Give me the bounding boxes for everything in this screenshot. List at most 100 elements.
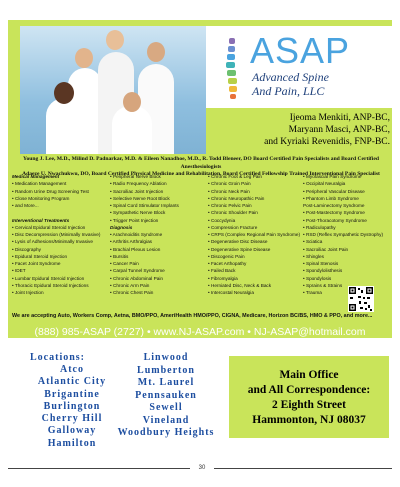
service-item: • Shingles [303, 253, 324, 259]
staff-name: Ijeoma Menkiti, ANP-BC, [289, 113, 390, 123]
logo-brand: ASAP [250, 30, 351, 71]
service-item: • Radiculopathy [303, 224, 336, 230]
service-item: • Carpal Tunnel Syndrome [110, 268, 165, 274]
service-item: • RSD (Reflex Sympathetic Dystrophy) [303, 232, 384, 237]
person-head [54, 82, 74, 104]
service-item: • Chronic Arm Pain [110, 282, 150, 288]
service-item: • Chronic Groin Pain [208, 181, 251, 187]
service-item: Interventional Treatments [12, 217, 70, 223]
service-item: • Brachial Plexus Lesion [110, 246, 161, 252]
service-item: • Arachnoiditis Syndrome [110, 232, 163, 237]
service-item: • Spinal Stenosis [303, 261, 339, 266]
location-item: Mt. Laurel [137, 377, 195, 388]
service-item: • Post-Thoracotomy Syndrome [303, 217, 367, 223]
service-item: • Chronic Foot & Leg Pain [208, 174, 263, 179]
person-figure [112, 106, 152, 154]
service-item: • Radio Frequency Ablation [110, 181, 167, 187]
service-item [12, 209, 100, 216]
service-item: • Herniated Disc, Neck & Back [208, 282, 272, 288]
service-item: • Sympathetic Nerve Block [110, 210, 166, 216]
service-item: • Arthritis Arthralgias [110, 239, 153, 245]
logo-subtitle-line1: Advanced Spine [252, 70, 329, 84]
service-item: • CRPS (Complex Regional Pain Syndrome) [208, 232, 301, 237]
service-item: • Chronic Shoulder Pain [208, 210, 258, 216]
service-item: • Cancer Pain [110, 261, 139, 266]
services-column-3: • Chronic Foot & Leg Pain • Chronic Groin… [208, 173, 300, 296]
qr-code-icon [348, 286, 374, 312]
service-item: Post-Laminectomy Syndrome [303, 203, 365, 208]
location-item: Lumberton [137, 364, 195, 376]
service-item: • Spinal Cord Stimulator Implants [110, 203, 179, 208]
service-item: • Degenerative Disc Disease [208, 239, 268, 245]
service-item: • Myofascial Pain Syndrome [303, 174, 362, 179]
asap-logo: ASAP Advanced Spine And Pain, LLC [206, 26, 392, 108]
service-item: • Sacroiliac Joint Injection [110, 188, 164, 194]
main-office-line: 2 Eighth Street [272, 399, 346, 411]
service-item: • Close Monitoring Program [12, 195, 70, 201]
service-item: • Sacroiliac Joint Pain [303, 246, 349, 252]
service-item: • Intercostal Neuralgia [208, 290, 254, 295]
service-item: • Peripheral Nerve Block [110, 174, 161, 179]
service-item: • Sciatica [303, 239, 323, 245]
location-item: Sewell [149, 402, 183, 413]
staff-name: Maryann Masci, ANP-BC, [288, 125, 390, 135]
service-item: • Chronic Pelvic Pain [208, 203, 252, 208]
service-item: • Chronic Neuropathic Pain [208, 195, 265, 201]
service-item: • Lysis of Adhesions/Minimally Invasive [12, 239, 93, 245]
service-item: • Failed Back [208, 268, 236, 274]
person-figure [46, 98, 84, 154]
service-item: Medical Management [12, 174, 60, 179]
service-item: • Spondylolisthesis [303, 268, 343, 274]
service-item: • Chronic Abdominal Pain [110, 275, 163, 281]
person-head [106, 30, 124, 50]
service-item: • Selective Nerve Root Block [110, 195, 170, 201]
service-item: • Discography [12, 246, 41, 252]
page-number: 30 [190, 465, 214, 471]
main-office-address: Main Office and All Correspondence: 2 Ei… [229, 368, 389, 428]
services-column-4: • Myofascial Pain Syndrome • Occipital Ne… [303, 173, 383, 296]
location-item: Hamilton [47, 437, 97, 449]
person-head [147, 42, 165, 62]
location-item: Woodbury Heights [117, 427, 215, 438]
staff-names: Ijeoma Menkiti, ANP-BC, Maryann Masci, A… [210, 112, 390, 148]
service-item: • Cervical Epidural Steroid Injection [12, 224, 86, 230]
service-item: • Degenerative Spine Disease [208, 246, 271, 252]
service-item: Diagnosis [110, 224, 133, 230]
service-item: • Disc Decompression (Minimally Invasive… [12, 232, 101, 237]
service-item: • IDET [12, 268, 26, 274]
services-column-1: Medical Management • Medication Managemen… [12, 173, 100, 296]
service-item: • and More... [12, 203, 39, 208]
spine-icon [226, 38, 237, 99]
service-item: • Phantom Limb Syndrome [303, 195, 359, 201]
locations-column-2: Linwood Lumberton Mt. Laurel Pennsauken Sewe… [110, 352, 222, 440]
service-item: • Facet Joint Syndrome [12, 261, 61, 266]
logo-subtitle-line2: And Pain, LLC [252, 84, 325, 98]
location-item: Vineland [142, 414, 190, 426]
service-item: • Epidural Steroid Injection [12, 253, 68, 259]
person-head [123, 92, 141, 112]
service-item: • Spondylosis [303, 275, 332, 281]
services-column-2: • Peripheral Nerve Block • Radio Frequenc… [110, 173, 179, 296]
location-item: Linwood [143, 352, 189, 363]
staff-photo [20, 26, 206, 154]
service-item: • Post-Mastectomy Syndrome [303, 210, 365, 216]
main-office-line: Hammonton, NJ 08037 [252, 414, 366, 426]
service-item: • Lumbar Epidural Steroid Injection [12, 275, 85, 281]
service-item: • Facet Arthopathy [208, 261, 247, 266]
main-office-line: and All Correspondence: [247, 384, 371, 396]
service-item: • Occipital Neuralgia [303, 181, 346, 187]
person-head [75, 48, 93, 68]
contact-line: (888) 985-ASAP (2727) • www.NJ-ASAP.com … [34, 326, 366, 338]
staff-name: and Kyriaki Revenidis, FNP-BC. [264, 137, 390, 147]
location-item: Pennsauken [135, 389, 197, 401]
service-item: • Thoracic Epidural Steroid Injections [12, 282, 89, 288]
main-office-line: Main Office [279, 369, 339, 381]
service-item: • Chronic Chest Pain [110, 290, 154, 295]
service-item: • Joint Injection [12, 290, 44, 295]
locations-label: Locations: [30, 352, 85, 363]
service-item: • Bursitis [110, 253, 129, 259]
service-item: • Compression Fracture [208, 224, 258, 230]
service-item: • Discogenic Pain [208, 253, 245, 259]
insurance-acceptance: We are accepting Auto, Workers Comp, Aet… [12, 313, 373, 319]
service-item: • Coccydynia [208, 217, 236, 223]
